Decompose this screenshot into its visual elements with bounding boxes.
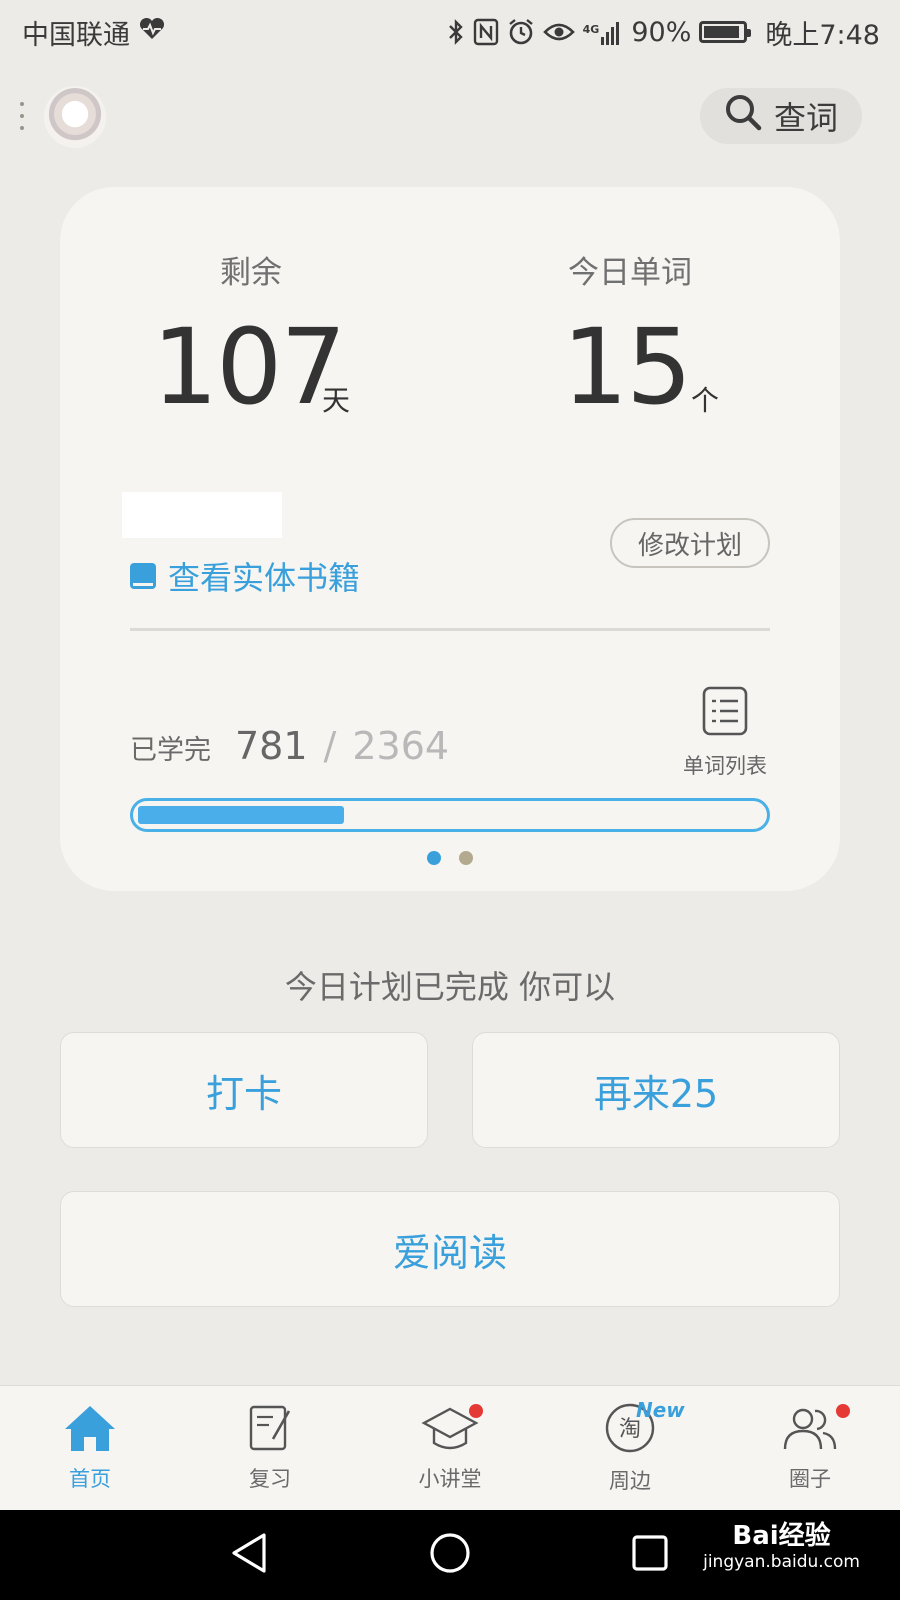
circle-badge-dot [836,1404,850,1418]
signal-icon: 4G [583,19,624,45]
word-list-label: 单词列表 [683,754,767,778]
word-list-button[interactable]: 单词列表 [680,686,770,780]
nfc-icon [473,18,499,46]
total-count: 2364 [352,724,450,768]
nav-circle[interactable]: 圈子 [720,1386,900,1510]
carrier-label: 中国联通 [22,19,130,51]
nearby-new-badge: New [636,1398,685,1422]
recents-icon[interactable] [628,1531,672,1579]
learning-progress-bar [130,798,770,832]
more-menu-icon[interactable] [18,102,26,130]
learned-count: 781 [235,724,308,768]
learned-separator: / [323,724,337,768]
word-list-icon [702,686,748,740]
plan-card[interactable]: 剩余 107 天 今日单词 15 个 查看实体书籍 修改计划 已学完 781 /… [60,187,840,891]
people-icon [781,1403,839,1457]
modify-plan-button[interactable]: 修改计划 [610,518,770,568]
avatar[interactable] [44,86,106,148]
checkin-button[interactable]: 打卡 [60,1032,428,1148]
today-words-unit: 个 [691,384,720,417]
remaining-days-unit: 天 [322,384,351,417]
review-icon [247,1403,293,1457]
network-type: 4G [582,23,600,36]
book-title-placeholder [122,492,282,538]
nav-lecture[interactable]: 小讲堂 [360,1386,540,1510]
watermark-brand: Bai经验 [732,1521,831,1551]
search-label: 查词 [773,99,838,137]
home-icon [63,1403,117,1457]
today-words-label: 今日单词 [568,255,692,291]
learned-label: 已学完 [130,735,211,766]
baidu-jingyan-watermark: Bai经验 jingyan.baidu.com [703,1515,860,1572]
nav-label-circle: 圈子 [789,1467,831,1491]
back-icon[interactable] [228,1531,272,1579]
learn-25-more-button[interactable]: 再来25 [472,1032,840,1148]
view-physical-book-link[interactable]: 查看实体书籍 [130,553,360,599]
bluetooth-icon [447,18,465,46]
book-icon [130,563,156,589]
watermark-url: jingyan.baidu.com [703,1552,860,1572]
battery-percent: 90% [631,16,692,48]
bottom-nav: 首页 复习 小讲堂 淘 New 周边 圈子 [0,1385,900,1510]
nav-label-nearby: 周边 [609,1469,651,1493]
reading-button[interactable]: 爱阅读 [60,1191,840,1307]
remaining-label: 剩余 [220,255,282,291]
eye-comfort-icon [542,20,575,44]
learned-progress-text: 已学完 781 / 2364 [130,724,449,768]
status-bar: 中国联通 4G 90% 晚上7:48 [0,0,900,64]
search-icon [724,93,762,139]
page-indicator [60,851,840,865]
today-words-value: 15 [562,306,692,428]
status-right: 4G 90% 晚上7:48 [447,13,880,52]
nav-label-home: 首页 [69,1467,111,1491]
lecture-badge-dot [469,1404,483,1418]
page-dot [459,851,473,865]
battery-icon [699,21,752,43]
remaining-days-value: 107 [152,306,347,428]
nav-review[interactable]: 复习 [180,1386,360,1510]
search-button[interactable]: 查词 [700,88,862,144]
alarm-icon [507,18,535,46]
home-circle-icon[interactable] [428,1531,472,1579]
book-link-label: 查看实体书籍 [168,559,361,597]
nav-label-review: 复习 [249,1467,291,1491]
divider [130,628,770,631]
page-dot-active [427,851,441,865]
clock: 晚上7:48 [765,19,880,51]
nav-nearby[interactable]: 淘 New 周边 [540,1386,720,1510]
nav-home[interactable]: 首页 [0,1386,180,1510]
plan-done-message: 今日计划已完成 你可以 [284,968,616,1006]
progress-fill [138,806,344,824]
status-left: 中国联通 [22,13,166,52]
nav-label-lecture: 小讲堂 [418,1467,482,1491]
heart-rate-icon [138,17,166,48]
